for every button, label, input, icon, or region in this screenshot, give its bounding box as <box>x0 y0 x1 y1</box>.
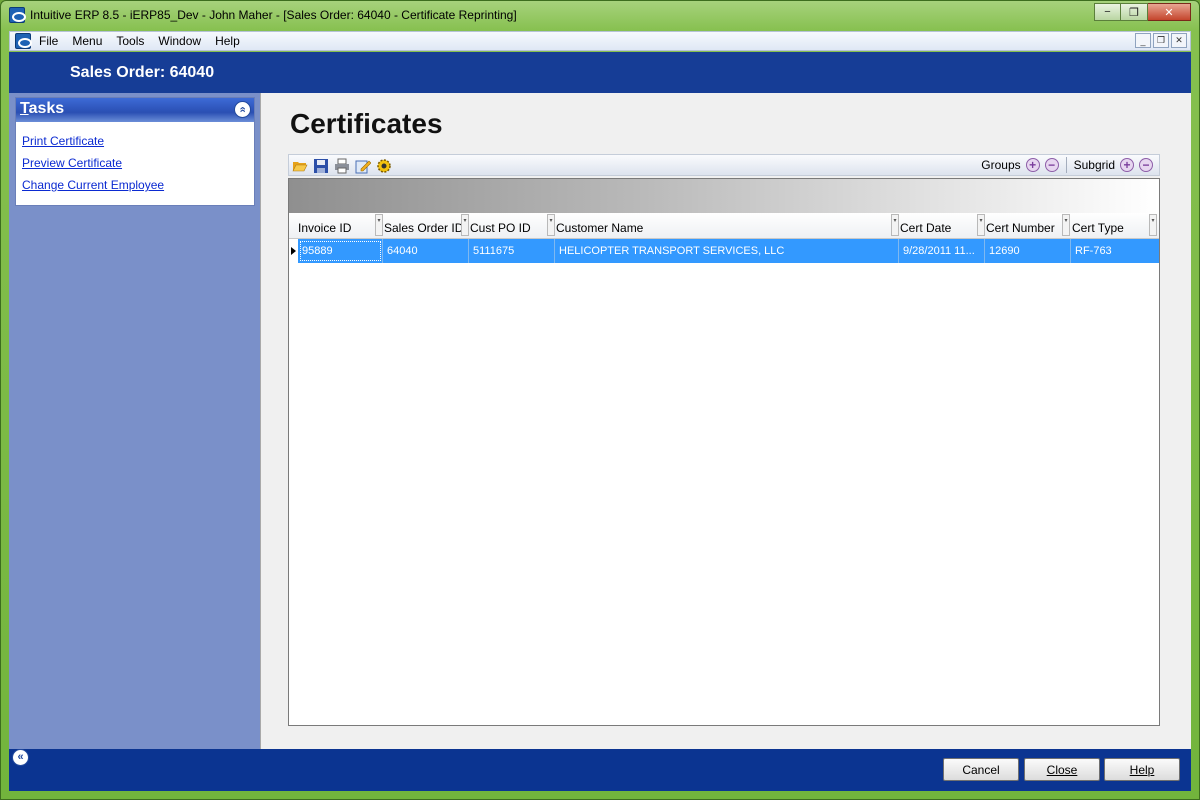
sales-order-title: Sales Order: 64040 <box>70 64 215 81</box>
menu-help[interactable]: Help <box>215 34 240 48</box>
column-header-sales-order-id[interactable]: Sales Order ID ▾ <box>375 213 469 239</box>
groups-expand-plus-icon[interactable]: + <box>1025 158 1040 172</box>
close-button[interactable]: Close <box>1024 758 1100 781</box>
expand-tasks-button[interactable]: « <box>12 749 29 766</box>
column-header-label: Sales Order ID <box>384 221 464 235</box>
groups-label: Groups <box>981 158 1021 172</box>
groups-collapse-minus-icon[interactable]: − <box>1044 158 1059 172</box>
window-controls: − ❐ ✕ <box>1094 3 1191 21</box>
column-header-cust-po-id[interactable]: Cust PO ID ▾ <box>461 213 555 239</box>
change-current-employee-link[interactable]: Change Current Employee <box>22 178 254 192</box>
settings-gear-icon[interactable] <box>375 157 392 174</box>
close-button-label: Close <box>1046 762 1078 777</box>
column-header-cert-number[interactable]: Cert Number ▾ <box>977 213 1070 239</box>
cell-invoice-id[interactable]: 95889 <box>298 239 383 263</box>
open-folder-icon[interactable] <box>291 157 308 174</box>
mdi-minimize-button[interactable]: _ <box>1135 33 1151 48</box>
column-header-cert-type[interactable]: Cert Type ▾ <box>1063 213 1157 239</box>
restore-button[interactable]: ❐ <box>1121 3 1148 21</box>
tasks-header: Tasks « <box>16 98 254 122</box>
subgrid-expand-plus-icon[interactable]: + <box>1120 158 1134 172</box>
tasks-panel: Tasks « Print Certificate Preview Certif… <box>15 97 255 206</box>
edit-icon[interactable] <box>354 157 371 174</box>
main-panel: Certificates Groups + − Subgrid + − Invo… <box>260 93 1191 749</box>
column-filter-icon[interactable]: ▾ <box>1149 214 1157 236</box>
grid-toolbar: Groups + − Subgrid + − <box>288 154 1160 176</box>
row-selector-arrow-icon[interactable] <box>289 239 298 263</box>
column-header-label: Cust PO ID <box>470 221 531 235</box>
tasks-title-rest: asks <box>28 100 65 117</box>
menu-file[interactable]: File <box>39 34 58 48</box>
save-icon[interactable] <box>312 157 329 174</box>
cell-cert-type[interactable]: RF-763 <box>1071 239 1159 263</box>
window-title: Intuitive ERP 8.5 - iERP85_Dev - John Ma… <box>30 8 517 22</box>
mdi-restore-button[interactable]: ❐ <box>1153 33 1169 48</box>
column-header-label: Cert Date <box>900 221 952 235</box>
column-header-cert-date[interactable]: Cert Date ▾ <box>891 213 985 239</box>
group-by-area[interactable] <box>289 179 1159 213</box>
title-bar[interactable]: Intuitive ERP 8.5 - iERP85_Dev - John Ma… <box>1 1 1199 29</box>
tasks-title: Tasks <box>20 100 64 118</box>
tasks-title-accelerator: T <box>20 100 29 117</box>
menu-menu[interactable]: Menu <box>72 34 102 48</box>
column-header-label: Invoice ID <box>298 221 352 235</box>
document-menu-icon[interactable] <box>15 33 32 49</box>
preview-certificate-link[interactable]: Preview Certificate <box>22 156 254 170</box>
header-band: Sales Order: 64040 <box>9 52 1191 93</box>
mdi-close-button[interactable]: ✕ <box>1171 33 1187 48</box>
toolbar-separator <box>1065 157 1067 173</box>
cell-cert-number[interactable]: 12690 <box>985 239 1071 263</box>
app-window: Intuitive ERP 8.5 - iERP85_Dev - John Ma… <box>0 0 1200 800</box>
close-window-button[interactable]: ✕ <box>1148 3 1191 21</box>
subgrid-collapse-minus-icon[interactable]: − <box>1139 158 1153 172</box>
chevron-up-double-icon: « <box>237 106 249 113</box>
help-button[interactable]: Help <box>1104 758 1180 781</box>
subgrid-label: Subgrid <box>1073 158 1115 172</box>
table-row[interactable]: 95889 64040 5111675 HELICOPTER TRANSPORT… <box>289 239 1159 263</box>
column-header-invoice-id[interactable]: Invoice ID ▾ <box>289 213 383 239</box>
mdi-controls: _ ❐ ✕ <box>1135 33 1187 48</box>
task-pane: Tasks « Print Certificate Preview Certif… <box>9 93 260 749</box>
chevron-left-double-icon: « <box>17 751 24 763</box>
column-header-label: Cert Number <box>986 221 1055 235</box>
print-certificate-link[interactable]: Print Certificate <box>22 134 254 148</box>
minimize-button[interactable]: − <box>1094 3 1121 21</box>
column-header-customer-name[interactable]: Customer Name ▾ <box>547 213 899 239</box>
menu-tools[interactable]: Tools <box>116 34 144 48</box>
cell-cust-po-id[interactable]: 5111675 <box>469 239 555 263</box>
column-header-label: Cert Type <box>1072 221 1124 235</box>
bottom-bar: « Cancel Close Help <box>9 749 1191 791</box>
app-logo-icon[interactable] <box>9 7 26 23</box>
print-icon[interactable] <box>333 157 350 174</box>
menu-bar: File Menu Tools Window Help _ ❐ ✕ <box>9 31 1191 51</box>
column-header-label: Customer Name <box>556 221 644 235</box>
cancel-button[interactable]: Cancel <box>943 758 1019 781</box>
certificates-grid: Invoice ID ▾ Sales Order ID ▾ Cust PO ID ▾ … <box>288 178 1160 726</box>
grid-header: Invoice ID ▾ Sales Order ID ▾ Cust PO ID ▾ … <box>289 213 1159 239</box>
menu-window[interactable]: Window <box>158 34 201 48</box>
task-links: Print Certificate Preview Certificate Ch… <box>16 122 254 192</box>
help-button-label: Help <box>1129 762 1155 777</box>
cell-customer-name[interactable]: HELICOPTER TRANSPORT SERVICES, LLC <box>555 239 899 263</box>
cell-cert-date[interactable]: 9/28/2011 11... <box>899 239 985 263</box>
page-title: Certificates <box>290 108 443 139</box>
cell-sales-order-id[interactable]: 64040 <box>383 239 469 263</box>
collapse-tasks-button[interactable]: « <box>234 101 251 118</box>
